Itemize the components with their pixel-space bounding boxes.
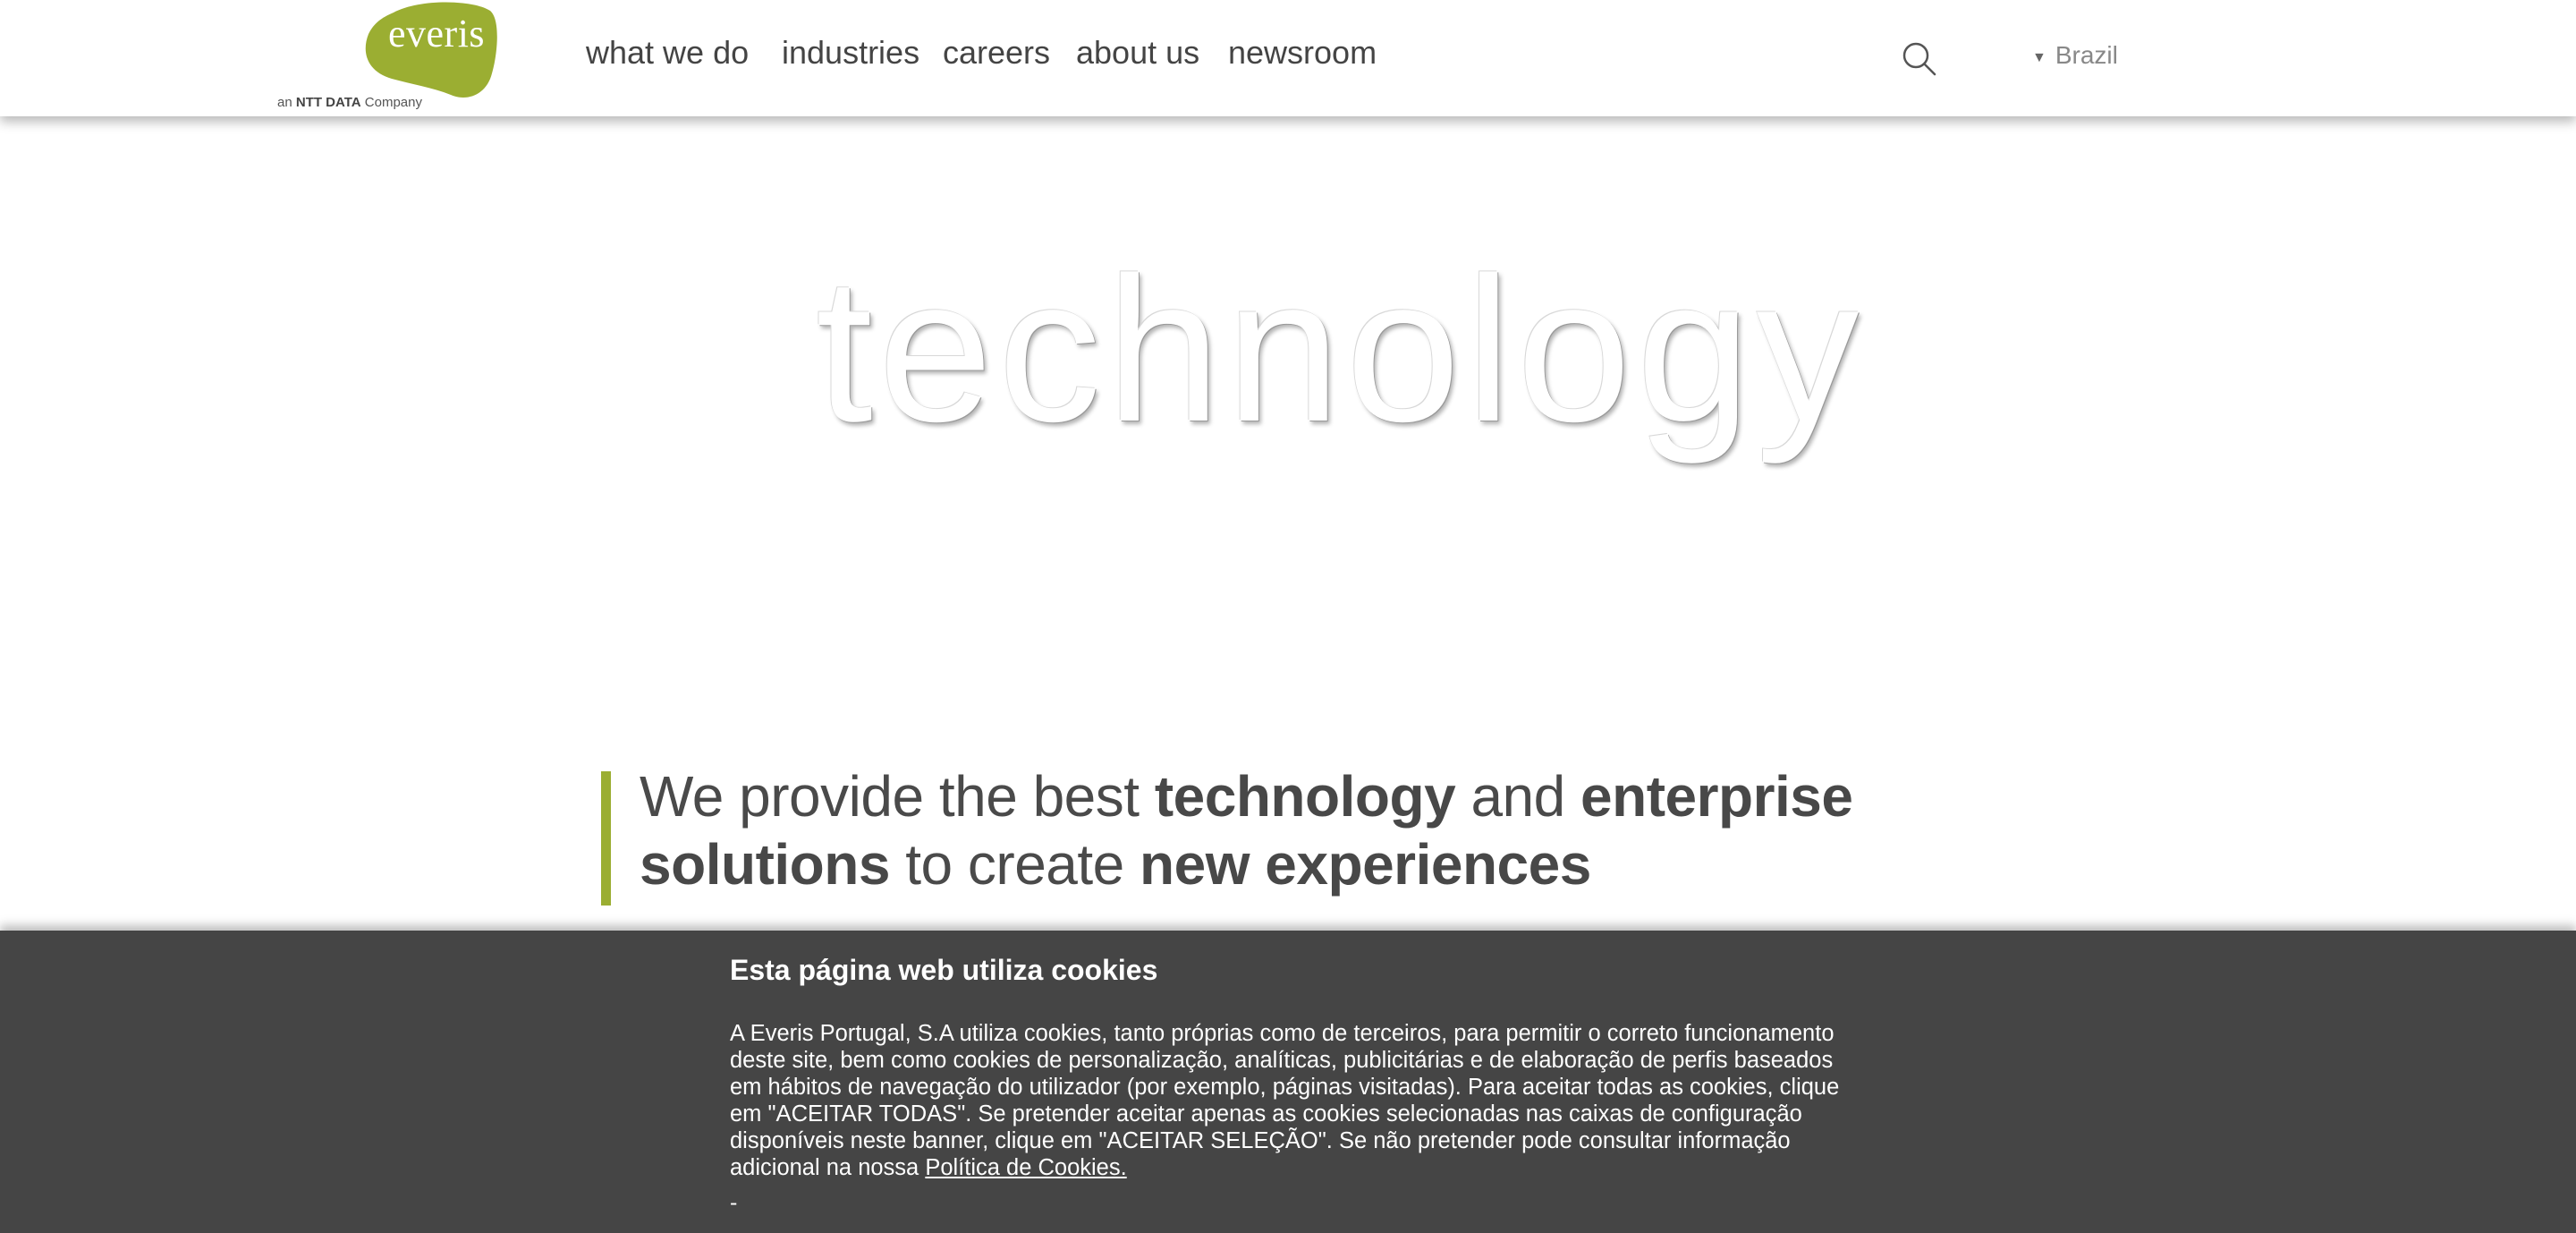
search-icon[interactable] <box>1902 41 1937 77</box>
everis-logo[interactable]: everis an NTT DATA Company <box>274 2 506 115</box>
tagline-emphasis: technology <box>1154 764 1456 829</box>
cookie-banner-dash: - <box>730 1190 738 1215</box>
tagline-heading: We provide the best technology and enter… <box>640 762 1892 898</box>
nav-item-about-us[interactable]: about us <box>1076 34 1199 72</box>
nav-item-industries[interactable]: industries <box>782 34 919 72</box>
nav-item-careers[interactable]: careers <box>943 34 1050 72</box>
tagline-text: to create <box>889 832 1140 897</box>
chevron-down-icon: ▼ <box>2032 50 2046 65</box>
cookie-banner: Esta página web utiliza cookies A Everis… <box>0 931 2576 1233</box>
logo-tagline: an NTT DATA Company <box>277 95 422 110</box>
hero-title: technology <box>816 234 1865 464</box>
cookie-policy-link[interactable]: Política de Cookies. <box>925 1155 1126 1180</box>
logo-wordmark: everis <box>388 12 486 55</box>
cookie-banner-text: A Everis Portugal, S.A utiliza cookies, … <box>730 1020 1857 1181</box>
tagline-text: and <box>1455 764 1580 829</box>
country-selector[interactable]: ▼ Brazil <box>2032 41 2118 73</box>
cookie-banner-body: A Everis Portugal, S.A utiliza cookies, … <box>730 1021 1840 1180</box>
tagline-emphasis: new experiences <box>1140 832 1591 897</box>
nav-item-newsroom[interactable]: newsroom <box>1228 34 1377 72</box>
logo-tagline-prefix: an <box>277 95 292 110</box>
tagline-accent-bar <box>601 771 611 906</box>
tagline-text: We provide the best <box>640 764 1155 829</box>
cookie-banner-title: Esta página web utiliza cookies <box>730 954 1158 986</box>
nav-item-what-we-do[interactable]: what we do <box>586 34 749 72</box>
logo-tagline-brand: NTT DATA <box>295 95 361 110</box>
country-label: Brazil <box>2055 41 2118 69</box>
logo-tagline-suffix: Company <box>364 95 422 110</box>
site-header: everis an NTT DATA Company what we do in… <box>0 0 2576 116</box>
